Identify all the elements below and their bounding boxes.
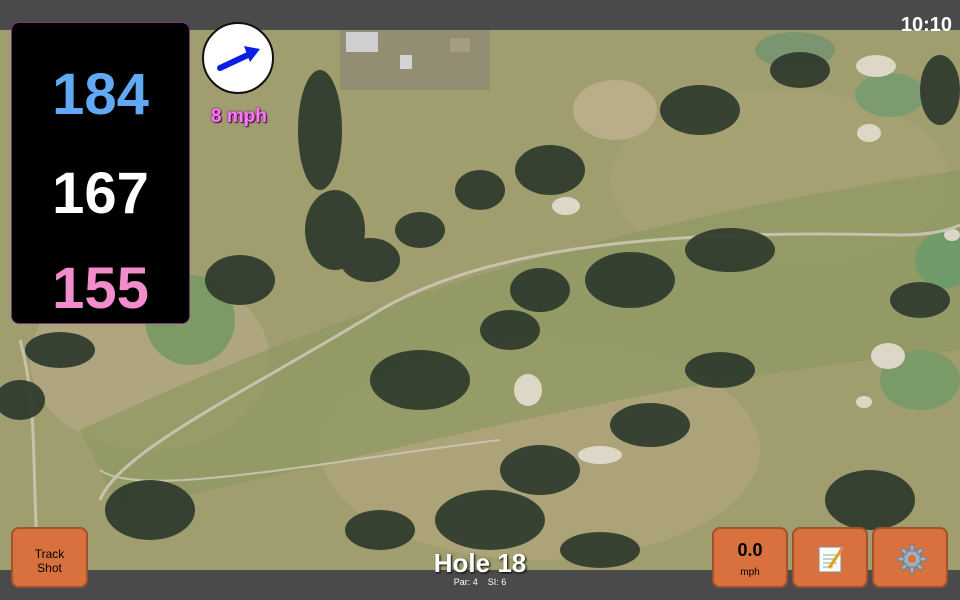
hole-stroke-index: SI: 6 xyxy=(487,577,507,587)
back-distance: 184 xyxy=(52,62,149,127)
hole-par: Par: 4 xyxy=(453,577,478,587)
speed-value: 0.0 xyxy=(737,540,763,560)
notepad-icon xyxy=(818,546,845,573)
hole-title: Hole 18 xyxy=(433,548,527,578)
front-distance: 155 xyxy=(52,256,149,321)
wind-indicator xyxy=(202,22,274,94)
track-shot-label-line2: Shot xyxy=(37,561,62,575)
settings-button[interactable] xyxy=(872,527,948,588)
gear-icon xyxy=(897,544,927,574)
distance-panel: 184 167 155 xyxy=(11,22,190,324)
wind-speed-label: 8 mph xyxy=(211,106,267,127)
speed-button[interactable]: 0.0 mph xyxy=(712,527,788,588)
track-shot-button[interactable]: Track Shot xyxy=(11,527,88,588)
notes-button[interactable] xyxy=(792,527,868,588)
speed-unit: mph xyxy=(740,567,760,578)
hole-info: Par: 4 SI: 6 xyxy=(380,577,580,587)
middle-distance: 167 xyxy=(52,161,149,226)
clock-time: 10:10 xyxy=(900,14,952,36)
wind-arrow-icon xyxy=(217,46,260,71)
track-shot-label-line1: Track xyxy=(34,547,65,561)
